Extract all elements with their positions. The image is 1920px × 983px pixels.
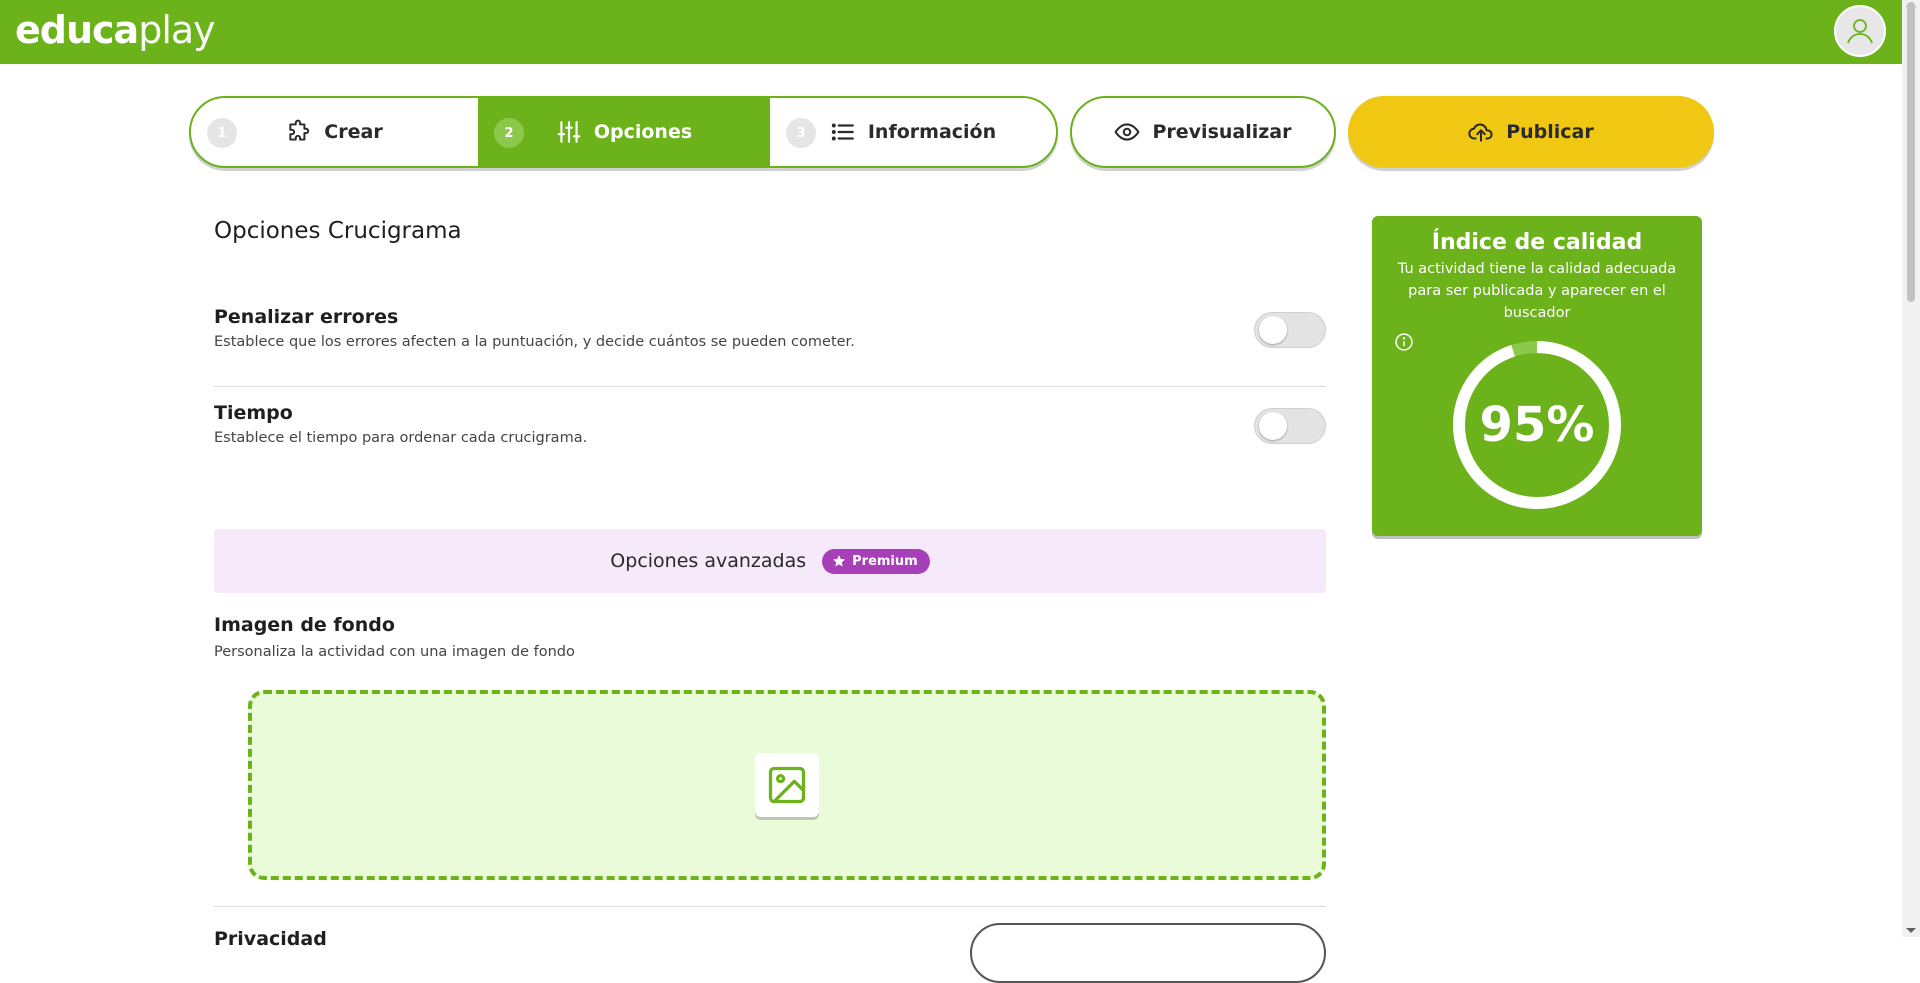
background-image-title: Imagen de fondo xyxy=(214,614,395,636)
puzzle-icon xyxy=(286,119,312,145)
user-avatar[interactable] xyxy=(1834,5,1886,57)
quality-percent: 95% xyxy=(1479,397,1595,453)
add-image-button[interactable] xyxy=(755,753,819,817)
option-tiempo: Tiempo Establece el tiempo para ordenar … xyxy=(214,398,1326,482)
background-image-dropzone[interactable] xyxy=(248,690,1326,880)
publish-label: Publicar xyxy=(1506,121,1594,143)
advanced-options-bar[interactable]: Opciones avanzadas Premium xyxy=(214,529,1326,593)
quality-title: Índice de calidad xyxy=(1431,230,1643,255)
top-bar: educaplay xyxy=(0,0,1920,64)
page-scrollbar[interactable] xyxy=(1902,0,1920,937)
preview-button[interactable]: Previsualizar xyxy=(1070,96,1336,168)
tab-informacion[interactable]: 3 Información xyxy=(770,98,1056,166)
step-number: 1 xyxy=(207,118,237,148)
advanced-options-label: Opciones avanzadas xyxy=(610,550,807,572)
info-icon[interactable] xyxy=(1394,332,1414,356)
sliders-icon xyxy=(556,119,582,145)
premium-badge: Premium xyxy=(822,548,930,574)
step-tabs: 1 Crear 2 Opciones 3 Información xyxy=(189,96,1058,168)
option-description: Establece que los errores afecten a la p… xyxy=(214,334,855,350)
tiempo-toggle[interactable] xyxy=(1254,408,1326,444)
publish-button[interactable]: Publicar xyxy=(1348,96,1714,168)
option-title: Tiempo xyxy=(214,402,293,424)
page-title: Opciones Crucigrama xyxy=(214,218,462,244)
privacy-select[interactable] xyxy=(970,923,1326,983)
tab-label: Crear xyxy=(324,121,383,143)
logo-part-1: educa xyxy=(15,8,139,52)
scroll-down-arrow[interactable] xyxy=(1906,928,1916,933)
premium-label: Premium xyxy=(852,553,918,569)
privacy-title: Privacidad xyxy=(214,928,327,950)
educaplay-logo[interactable]: educaplay xyxy=(15,8,216,52)
list-icon xyxy=(830,119,856,145)
option-description: Establece el tiempo para ordenar cada cr… xyxy=(214,430,588,446)
logo-part-2: play xyxy=(138,8,215,52)
user-icon xyxy=(1847,19,1873,44)
tab-crear[interactable]: 1 Crear xyxy=(191,98,478,166)
background-image-description: Personaliza la actividad con una imagen … xyxy=(214,644,575,660)
toggle-knob xyxy=(1259,412,1287,440)
step-number: 2 xyxy=(494,118,524,148)
tab-label: Opciones xyxy=(593,121,693,143)
section-divider xyxy=(214,906,1326,907)
quality-description: Tu actividad tiene la calidad adecuada p… xyxy=(1397,261,1677,321)
step-number: 3 xyxy=(786,118,816,148)
option-title: Penalizar errores xyxy=(214,306,399,328)
penalizar-errores-toggle[interactable] xyxy=(1254,312,1326,348)
star-icon xyxy=(832,554,846,568)
eye-icon xyxy=(1114,119,1141,145)
tab-opciones[interactable]: 2 Opciones xyxy=(478,98,770,166)
tab-label: Información xyxy=(867,121,997,143)
scroll-thumb[interactable] xyxy=(1907,2,1915,302)
toggle-knob xyxy=(1259,316,1287,344)
quality-index-card: Índice de calidad Tu actividad tiene la … xyxy=(1372,216,1702,536)
preview-label: Previsualizar xyxy=(1152,121,1292,143)
upload-cloud-icon xyxy=(1468,119,1494,145)
image-icon xyxy=(768,766,806,804)
option-penalizar-errores: Penalizar errores Establece que los erro… xyxy=(214,302,1326,387)
